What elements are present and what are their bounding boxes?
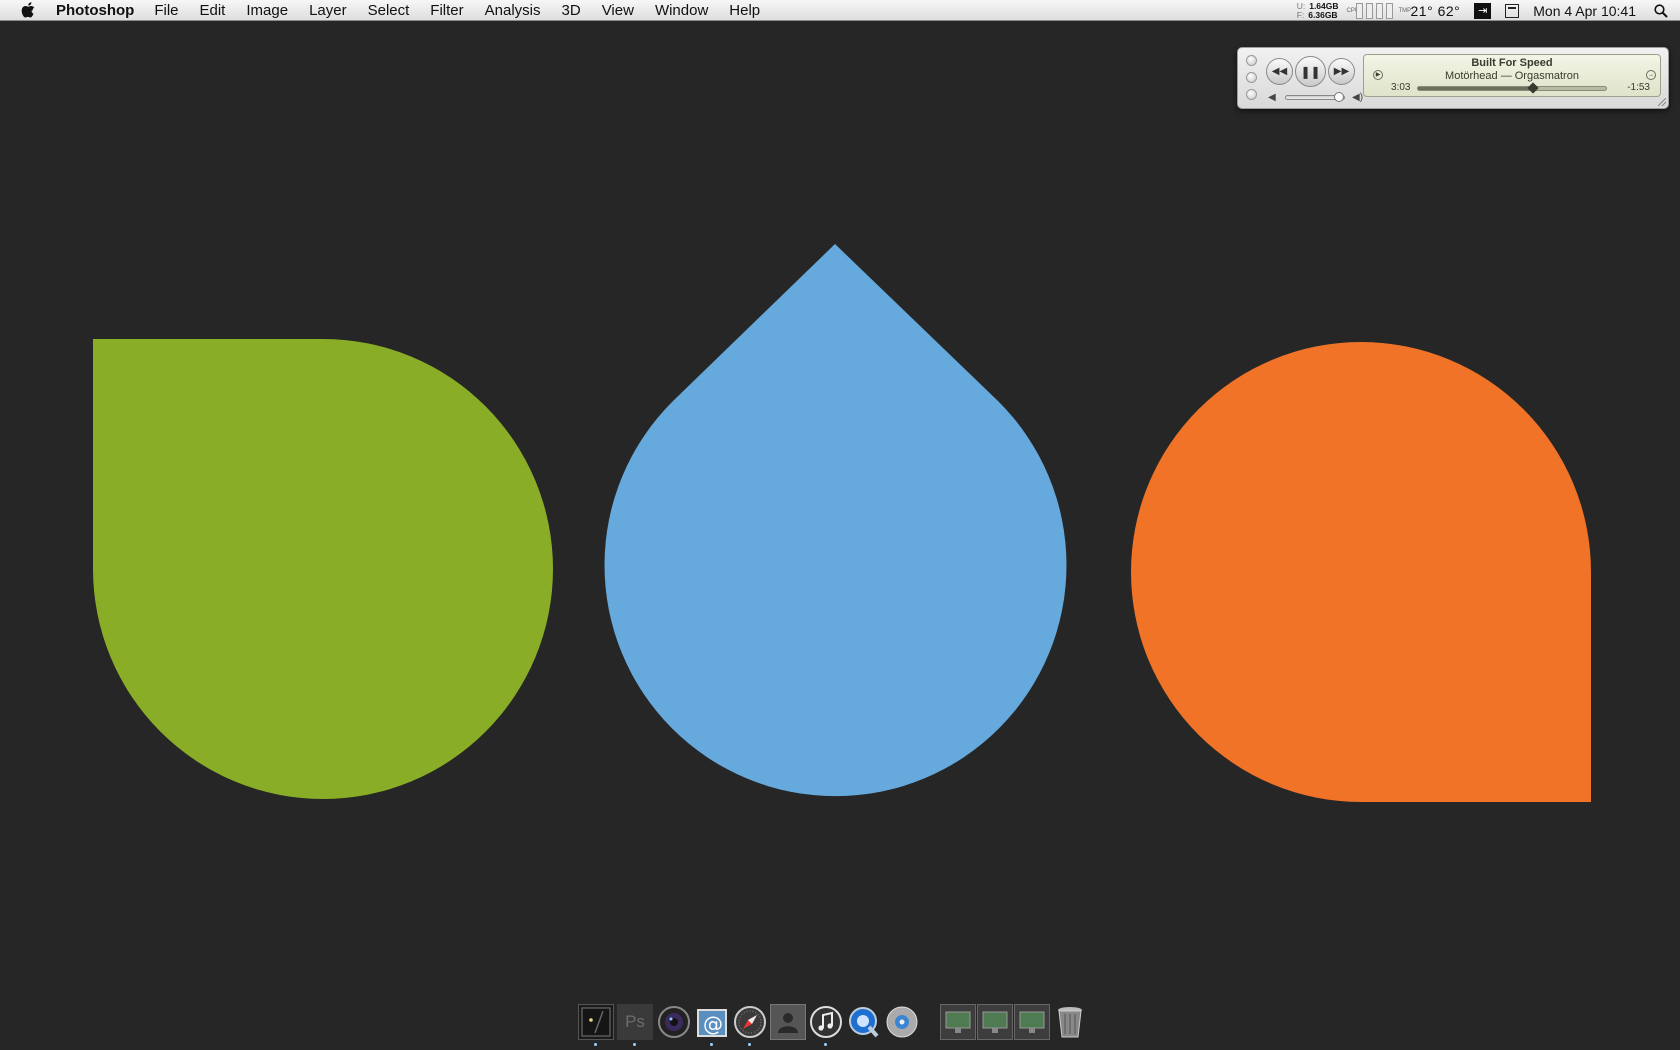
quicktime-icon[interactable] <box>846 1004 882 1040</box>
finder-icon[interactable] <box>578 1004 614 1040</box>
photoshop-icon[interactable]: Ps <box>617 1004 653 1040</box>
blue-drop-shape <box>604 244 1067 797</box>
green-leaf-shape <box>93 339 553 799</box>
minimize-window-button[interactable] <box>1246 72 1257 83</box>
progress-bar[interactable] <box>1417 82 1607 94</box>
dvd-player-icon[interactable] <box>884 1004 920 1040</box>
progress-playhead[interactable] <box>1527 82 1539 94</box>
itunes-icon[interactable] <box>808 1004 844 1040</box>
itunes-mini-player[interactable]: ◀◀ ❚❚ ▶▶ ◀ ◀) ▶ Built For Speed Motörhea… <box>1237 47 1669 109</box>
resize-handle[interactable] <box>1658 98 1666 106</box>
volume-knob[interactable] <box>1333 92 1344 102</box>
track-title: Built For Speed <box>1471 57 1553 69</box>
remaining-time: -1:53 <box>1627 82 1650 93</box>
aperture-icon[interactable] <box>656 1004 692 1040</box>
dock: Ps @ <box>576 1000 1100 1046</box>
stack-3-icon[interactable] <box>1014 1004 1050 1040</box>
rewind-icon[interactable]: ◀◀ <box>1266 58 1293 85</box>
next-small-icon[interactable]: → <box>1646 70 1656 80</box>
close-window-button[interactable] <box>1246 55 1257 66</box>
trash-icon[interactable] <box>1052 1004 1088 1040</box>
orange-leaf-shape <box>1131 342 1591 802</box>
stack-1-icon[interactable] <box>940 1004 976 1040</box>
volume-high-icon: ◀) <box>1352 91 1364 103</box>
pause-icon[interactable]: ❚❚ <box>1295 56 1326 87</box>
volume-low-icon: ◀ <box>1268 91 1276 103</box>
now-playing-display: ▶ Built For Speed Motörhead — Orgasmatro… <box>1363 54 1661 97</box>
safari-icon[interactable] <box>732 1004 768 1040</box>
address-book-icon[interactable] <box>770 1004 806 1040</box>
mail-icon[interactable]: @ <box>694 1004 730 1040</box>
svg-text:@: @ <box>703 1012 723 1036</box>
elapsed-time: 3:03 <box>1391 82 1411 93</box>
wallpaper-shapes <box>93 244 1591 802</box>
track-artist-album: Motörhead — Orgasmatron <box>1445 70 1579 82</box>
fast-forward-icon[interactable]: ▶▶ <box>1328 58 1355 85</box>
zoom-window-button[interactable] <box>1246 89 1257 100</box>
stack-2-icon[interactable] <box>977 1004 1013 1040</box>
volume-slider[interactable]: ◀ ◀) <box>1268 91 1364 103</box>
window-controls <box>1246 55 1257 100</box>
